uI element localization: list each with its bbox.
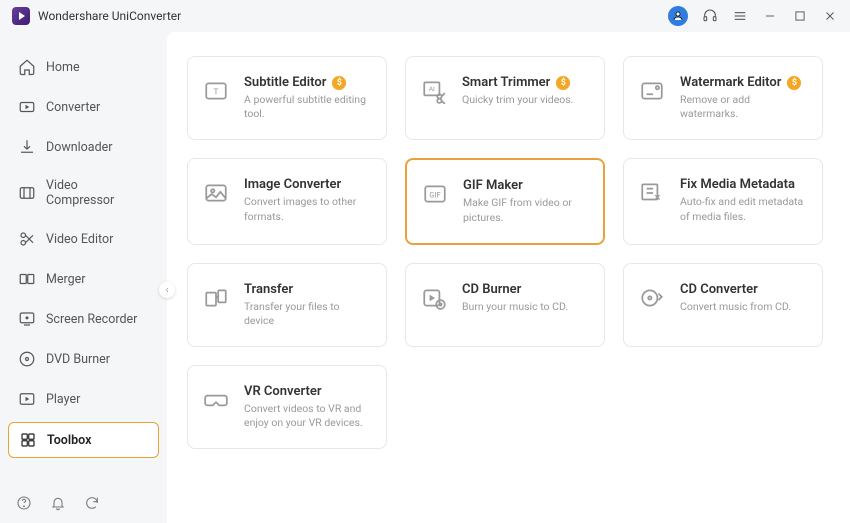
dvd-burner-icon	[18, 350, 36, 368]
tool-title: Fix Media Metadata	[680, 177, 795, 192]
tool-title: CD Converter	[680, 282, 758, 297]
tool-title: Image Converter	[244, 177, 341, 192]
svg-text:AI: AI	[429, 85, 435, 93]
premium-badge-icon: $	[787, 76, 801, 90]
svg-text:GIF: GIF	[429, 191, 440, 200]
tool-desc: A powerful subtitle editing tool.	[244, 93, 370, 121]
sidebar-item-label: Video Editor	[46, 232, 113, 247]
app-title: Wondershare UniConverter	[38, 9, 181, 23]
tool-grid: T Subtitle Editor $ A powerful subtitle edi…	[187, 56, 830, 449]
tool-title: Watermark Editor	[680, 75, 781, 90]
transfer-icon	[202, 284, 230, 312]
sidebar-item-merger[interactable]: Merger	[8, 262, 159, 296]
sidebar-item-label: Converter	[46, 100, 100, 115]
fix-media-metadata-icon	[638, 179, 666, 207]
sidebar-item-screen-recorder[interactable]: Screen Recorder	[8, 302, 159, 336]
sidebar-item-home[interactable]: Home	[8, 50, 159, 84]
converter-icon	[18, 98, 36, 116]
tool-title: Smart Trimmer	[462, 75, 550, 90]
sidebar-item-player[interactable]: Player	[8, 382, 159, 416]
watermark-editor-icon	[638, 77, 666, 105]
tool-desc: Transfer your files to device	[244, 300, 370, 328]
video-editor-icon	[18, 230, 36, 248]
tool-card-fix-media-metadata[interactable]: Fix Media Metadata Auto-fix and edit meta…	[623, 158, 823, 244]
sidebar: Home Converter Downloader Video Compressor V…	[0, 32, 167, 523]
cd-burner-icon	[420, 284, 448, 312]
tool-title: Subtitle Editor	[244, 75, 326, 90]
tool-card-gif-maker[interactable]: GIF GIF Maker Make GIF from video or pictu…	[405, 158, 605, 244]
tool-card-subtitle-editor[interactable]: T Subtitle Editor $ A powerful subtitle edi…	[187, 56, 387, 140]
maximize-icon[interactable]	[792, 8, 808, 24]
sidebar-item-label: Toolbox	[47, 433, 91, 448]
toolbox-icon	[19, 431, 37, 449]
downloader-icon	[18, 138, 36, 156]
subtitle-editor-icon: T	[202, 77, 230, 105]
tool-desc: Convert images to other formats.	[244, 195, 370, 223]
tool-desc: Remove or add watermarks.	[680, 93, 806, 121]
tool-card-cd-burner[interactable]: CD Burner Burn your music to CD.	[405, 263, 605, 347]
sidebar-item-video-editor[interactable]: Video Editor	[8, 222, 159, 256]
tool-desc: Convert videos to VR and enjoy on your V…	[244, 402, 370, 430]
gif-maker-icon: GIF	[421, 180, 449, 208]
tool-card-smart-trimmer[interactable]: AI Smart Trimmer $ Quicky trim your videos.	[405, 56, 605, 140]
premium-badge-icon: $	[556, 76, 570, 90]
sidebar-item-video-compressor[interactable]: Video Compressor	[8, 170, 159, 216]
smart-trimmer-icon: AI	[420, 77, 448, 105]
titlebar: Wondershare UniConverter	[0, 0, 850, 32]
tool-title: GIF Maker	[463, 178, 523, 193]
app-logo-icon	[12, 7, 30, 25]
sidebar-item-toolbox[interactable]: Toolbox	[8, 422, 159, 458]
close-icon[interactable]	[822, 8, 838, 24]
tool-title: CD Burner	[462, 282, 521, 297]
premium-badge-icon: $	[332, 76, 346, 90]
collapse-sidebar-icon[interactable]: ‹	[159, 282, 175, 298]
cd-converter-icon	[638, 284, 666, 312]
tool-card-image-converter[interactable]: Image Converter Convert images to other f…	[187, 158, 387, 244]
window-controls	[668, 6, 838, 26]
svg-text:T: T	[213, 87, 218, 97]
video-compressor-icon	[18, 184, 36, 202]
bell-icon[interactable]	[50, 495, 66, 515]
image-converter-icon	[202, 179, 230, 207]
sidebar-item-label: Screen Recorder	[46, 312, 137, 327]
sidebar-item-label: Merger	[46, 272, 86, 287]
help-icon[interactable]	[16, 495, 32, 515]
tool-card-vr-converter[interactable]: VR Converter Convert videos to VR and enj…	[187, 365, 387, 449]
sidebar-item-label: Downloader	[46, 140, 113, 155]
sidebar-item-dvd-burner[interactable]: DVD Burner	[8, 342, 159, 376]
main-panel: T Subtitle Editor $ A powerful subtitle edi…	[167, 32, 850, 523]
tool-desc: Auto-fix and edit metadata of media file…	[680, 195, 806, 223]
player-icon	[18, 390, 36, 408]
minimize-icon[interactable]	[762, 8, 778, 24]
sidebar-item-converter[interactable]: Converter	[8, 90, 159, 124]
sidebar-item-label: DVD Burner	[46, 352, 110, 367]
tool-desc: Convert music from CD.	[680, 300, 806, 314]
sidebar-item-downloader[interactable]: Downloader	[8, 130, 159, 164]
headset-icon[interactable]	[702, 8, 718, 24]
tool-title: VR Converter	[244, 384, 322, 399]
sidebar-item-label: Home	[46, 60, 80, 75]
menu-icon[interactable]	[732, 8, 748, 24]
user-avatar-icon[interactable]	[668, 6, 688, 26]
home-icon	[18, 58, 36, 76]
vr-converter-icon	[202, 386, 230, 414]
tool-card-transfer[interactable]: Transfer Transfer your files to device	[187, 263, 387, 347]
footer-icons	[16, 495, 100, 515]
screen-recorder-icon	[18, 310, 36, 328]
sidebar-item-label: Player	[46, 392, 80, 407]
tool-desc: Quicky trim your videos.	[462, 93, 588, 107]
tool-card-watermark-editor[interactable]: Watermark Editor $ Remove or add watermark…	[623, 56, 823, 140]
tool-title: Transfer	[244, 282, 293, 297]
sidebar-item-label: Video Compressor	[46, 178, 149, 208]
merger-icon	[18, 270, 36, 288]
refresh-icon[interactable]	[84, 495, 100, 515]
tool-desc: Burn your music to CD.	[462, 300, 588, 314]
tool-desc: Make GIF from video or pictures.	[463, 196, 587, 224]
tool-card-cd-converter[interactable]: CD Converter Convert music from CD.	[623, 263, 823, 347]
